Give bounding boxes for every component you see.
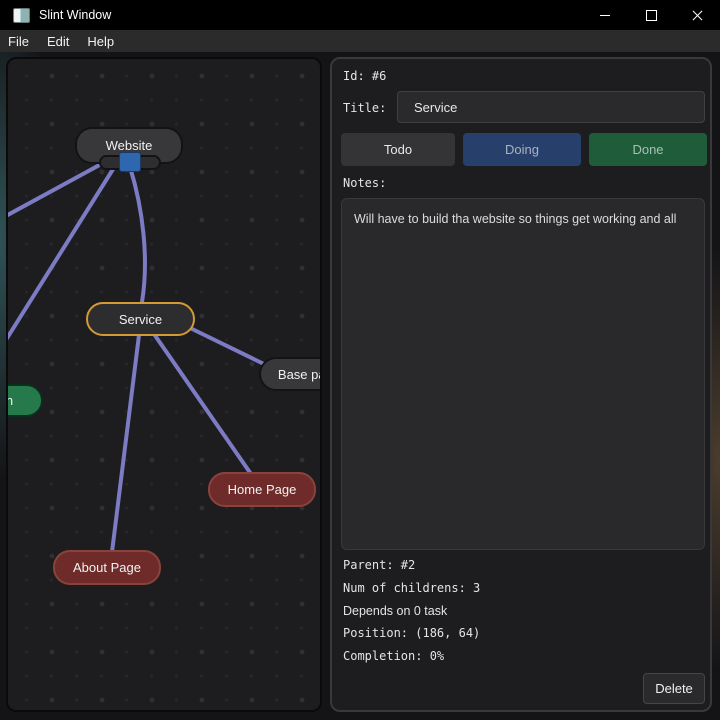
status-doing-button[interactable]: Doing [463,133,581,166]
title-input[interactable] [397,91,705,123]
task-detail-panel: Id: #6 Title: Todo Doing Done Notes: Wil… [330,57,712,712]
edge-service-aboutpage [110,333,141,554]
titlebar: Slint Window [0,0,720,30]
completion-info: Completion: 0% [343,649,445,663]
window-controls [582,0,720,30]
close-button[interactable] [674,0,720,30]
node-website-label: Website [105,138,153,153]
children-info: Num of childrens: 3 [343,581,481,595]
status-done-button[interactable]: Done [589,133,707,166]
task-id: Id: #6 [343,69,387,83]
node-home-page-label: Home Page [227,482,297,497]
edge-service-homepage [152,332,253,476]
node-about-page-label: About Page [73,560,141,575]
menu-file[interactable]: File [0,30,38,52]
app-icon [13,7,30,23]
position-info: Position: (186, 64) [343,626,481,640]
parent-info: Parent: #2 [343,558,416,572]
node-base-page[interactable]: Base page [259,357,320,391]
node-green-label: n [6,393,14,408]
maximize-icon [645,9,657,21]
minimize-icon [600,14,610,16]
menu-edit[interactable]: Edit [38,30,78,52]
node-base-page-label: Base page [277,366,320,382]
depends-info: Depends on 0 task [343,604,448,618]
node-about-page[interactable]: About Page [53,550,161,585]
minimize-button[interactable] [582,0,628,30]
node-green-clipped[interactable]: n [6,384,43,417]
maximize-button[interactable] [628,0,674,30]
delete-button[interactable]: Delete [643,673,705,704]
graph-canvas[interactable]: Website Service Base page n Home Page Ab… [6,57,322,712]
node-home-page[interactable]: Home Page [208,472,316,507]
node-service[interactable]: Service [86,302,195,336]
edge-website-service [128,165,147,304]
notes-textarea[interactable]: Will have to build tha website so things… [341,198,705,550]
menubar: File Edit Help [0,30,720,52]
window-title: Slint Window [39,8,112,22]
edge-service-basepage [184,324,270,368]
notes-label: Notes: [343,176,387,190]
title-label: Title: [343,101,387,115]
node-website-drag-handle[interactable] [119,152,141,172]
node-service-label: Service [118,311,163,327]
close-icon [692,10,703,21]
status-todo-button[interactable]: Todo [341,133,455,166]
menu-help[interactable]: Help [78,30,123,52]
